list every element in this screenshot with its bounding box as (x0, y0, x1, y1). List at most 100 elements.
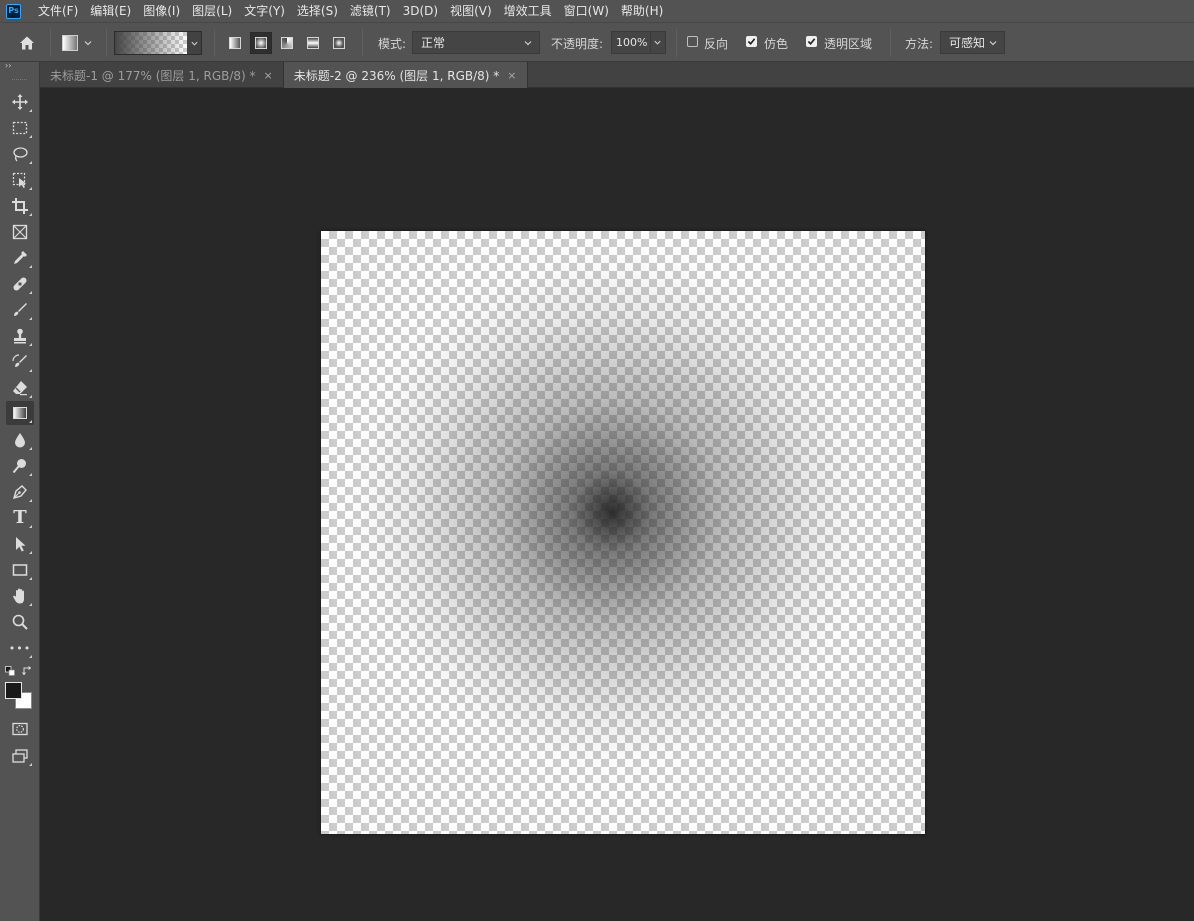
reverse-checkbox[interactable] (687, 36, 698, 47)
history-brush-tool[interactable] (6, 350, 34, 374)
gradient-tool-preset-icon (62, 35, 78, 51)
quick-mask-button[interactable] (6, 717, 34, 741)
rectangular-marquee-icon (12, 121, 28, 135)
method-select[interactable]: 可感知 (940, 31, 1005, 54)
move-icon (12, 94, 28, 110)
object-selection-icon (12, 172, 26, 188)
menu-plugins[interactable]: 增效工具 (498, 0, 558, 22)
reflected-gradient-button[interactable] (302, 32, 324, 54)
brush-icon (14, 303, 27, 316)
zoom-tool[interactable] (6, 610, 34, 634)
options-separator (214, 29, 215, 57)
mode-label: 模式: (378, 37, 407, 51)
clone-stamp-tool[interactable] (6, 324, 34, 348)
eraser-tool[interactable] (6, 376, 34, 400)
document-tab-bar: 未标题-1 @ 177% (图层 1, RGB/8) * × 未标题-2 @ 2… (40, 62, 1194, 88)
photoshop-logo-icon: Ps (6, 3, 21, 19)
type-tool[interactable]: T (6, 506, 34, 530)
tool-flyout-indicator (29, 577, 32, 580)
gradient-preview-swatch[interactable] (115, 32, 187, 54)
menu-layer[interactable]: 图层(L) (186, 0, 238, 22)
document-tab-title[interactable]: 未标题-1 @ 177% (图层 1, RGB/8) * (50, 67, 256, 84)
tool-flyout-indicator (29, 395, 32, 398)
screen-mode-button[interactable] (6, 744, 34, 768)
checkmark-icon (747, 38, 756, 45)
color-swatches (5, 682, 35, 712)
gradient-picker[interactable] (114, 31, 202, 55)
document-tab-title[interactable]: 未标题-2 @ 236% (图层 1, RGB/8) * (294, 67, 500, 84)
mode-select[interactable]: 正常 (412, 31, 540, 54)
menu-filter[interactable]: 滤镜(T) (344, 0, 397, 22)
frame-icon (12, 224, 28, 240)
menu-view[interactable]: 视图(V) (444, 0, 498, 22)
home-button[interactable] (14, 31, 40, 55)
toolbar-grip[interactable] (12, 72, 27, 80)
opacity-value[interactable]: 100% (612, 36, 650, 49)
collapse-toolbar-button[interactable]: ›› (0, 62, 39, 72)
document-tab-active[interactable]: 未标题-2 @ 236% (图层 1, RGB/8) * × (283, 62, 528, 88)
screen-mode-icon (12, 749, 28, 763)
frame-tool[interactable] (6, 220, 34, 244)
edit-toolbar-button[interactable]: ••• (6, 636, 34, 660)
tool-preset-picker[interactable] (58, 32, 100, 54)
opacity-field[interactable]: 100% (611, 31, 666, 54)
close-icon[interactable]: × (507, 69, 516, 82)
crop-icon (12, 198, 28, 214)
healing-brush-tool[interactable] (6, 272, 34, 296)
eyedropper-icon (14, 251, 27, 264)
menu-edit[interactable]: 编辑(E) (84, 0, 137, 22)
gradient-tool[interactable] (6, 401, 34, 425)
linear-gradient-button[interactable] (224, 32, 246, 54)
crop-tool[interactable] (6, 194, 34, 218)
brush-tool[interactable] (6, 298, 34, 322)
stamp-icon (14, 328, 26, 344)
hand-tool[interactable] (6, 584, 34, 608)
transparency-label[interactable]: 透明区域 (824, 35, 872, 52)
tool-flyout-indicator (29, 447, 32, 450)
menu-window[interactable]: 窗口(W) (558, 0, 615, 22)
tool-flyout-indicator (29, 603, 32, 606)
dodge-tool[interactable] (6, 454, 34, 478)
default-colors-icon[interactable] (5, 666, 15, 676)
menu-image[interactable]: 图像(I) (137, 0, 186, 22)
menu-3d[interactable]: 3D(D) (397, 0, 444, 22)
chevron-down-icon (190, 41, 198, 46)
eyedropper-tool[interactable] (6, 246, 34, 270)
move-tool[interactable] (6, 90, 34, 114)
tool-flyout-indicator (29, 109, 32, 112)
rectangle-tool[interactable] (6, 558, 34, 582)
menu-type[interactable]: 文字(Y) (238, 0, 291, 22)
object-selection-tool[interactable] (6, 168, 34, 192)
pen-icon (12, 485, 27, 500)
diamond-gradient-icon (333, 37, 345, 49)
lasso-icon (13, 147, 28, 162)
menu-help[interactable]: 帮助(H) (615, 0, 669, 22)
options-separator (676, 29, 677, 57)
opacity-dropdown-button[interactable] (650, 32, 664, 53)
tool-flyout-indicator (29, 265, 32, 268)
document-canvas[interactable] (321, 231, 925, 834)
foreground-color-swatch[interactable] (5, 682, 22, 699)
document-workspace[interactable] (40, 89, 1194, 921)
radial-gradient-button[interactable] (250, 32, 272, 54)
dither-checkbox[interactable] (746, 36, 757, 47)
blur-tool[interactable] (6, 428, 34, 452)
lasso-tool[interactable] (6, 142, 34, 166)
opacity-label: 不透明度: (551, 37, 604, 51)
menu-select[interactable]: 选择(S) (291, 0, 344, 22)
reverse-label[interactable]: 反向 (704, 35, 728, 52)
quick-mask-icon (12, 722, 28, 736)
path-selection-tool[interactable] (6, 532, 34, 556)
document-tab[interactable]: 未标题-1 @ 177% (图层 1, RGB/8) * × (40, 62, 284, 88)
menu-file[interactable]: 文件(F) (32, 0, 84, 22)
magnifier-icon (12, 614, 28, 630)
diamond-gradient-button[interactable] (328, 32, 350, 54)
transparency-checkbox[interactable] (806, 36, 817, 47)
dither-label[interactable]: 仿色 (764, 35, 788, 52)
close-icon[interactable]: × (264, 69, 273, 82)
pen-tool[interactable] (6, 480, 34, 504)
swap-colors-icon[interactable] (22, 665, 33, 676)
marquee-tool[interactable] (6, 116, 34, 140)
angle-gradient-button[interactable] (276, 32, 298, 54)
gradient-dropdown-button[interactable] (187, 32, 201, 54)
